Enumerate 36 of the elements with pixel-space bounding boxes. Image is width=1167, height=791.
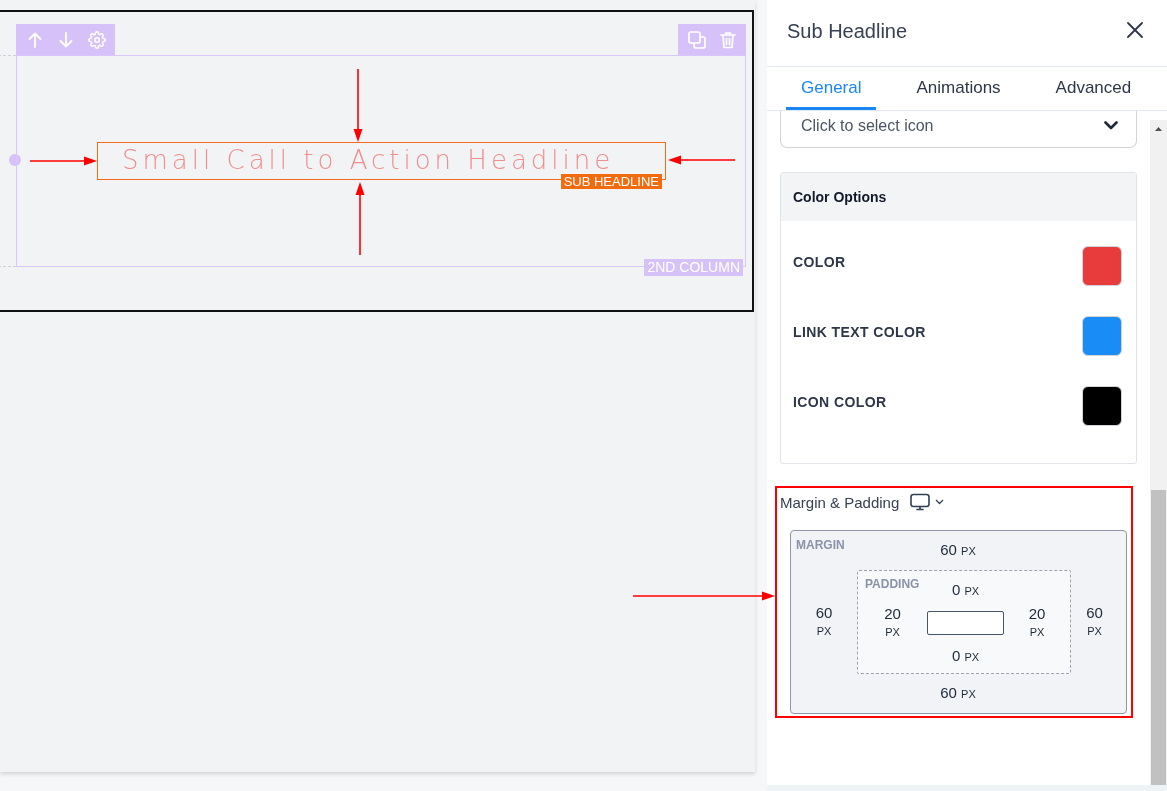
margin-value[interactable]: 60 PX [815,604,833,640]
section-title: Margin & Padding [780,493,900,511]
padding-label: PADDING [865,577,920,591]
headline-text: Small Call to Action Headline [122,145,615,175]
column-label: 2ND COLUMN [644,259,743,276]
margin-value[interactable]: 60 PX [940,541,976,560]
margin-value[interactable]: 60 PX [1086,604,1103,640]
icon-select-field[interactable]: Click to select icon [780,111,1137,148]
tab[interactable]: Animations [901,68,1016,110]
scrollbar-thumb[interactable] [1151,490,1166,785]
tab[interactable]: Advanced [1040,68,1147,110]
chevron-down-icon [935,499,945,505]
margin-label: MARGIN [796,538,845,552]
close-icon[interactable] [1127,22,1143,38]
element-label: SUB HEADLINE [560,174,662,189]
padding-value[interactable]: 0 PX [951,647,980,666]
scroll-up-icon[interactable] [1155,127,1162,131]
color-swatch[interactable] [1082,316,1122,356]
padding-value[interactable]: 0 PX [951,581,980,600]
device-dropdown[interactable] [910,493,945,511]
annotation-arrow [668,155,735,165]
monitor-icon [910,493,931,511]
color-option-label: COLOR [793,254,846,270]
annotation-arrow [30,156,97,166]
chevron-down-icon [1104,121,1118,130]
color-option-label: ICON COLOR [793,394,887,410]
scrollbar[interactable] [1150,120,1167,785]
resize-handle[interactable] [9,154,21,166]
color-swatch[interactable] [1082,386,1122,426]
margin-value[interactable]: 60 PX [940,684,976,703]
padding-value[interactable]: 20 PX [1028,605,1046,641]
color-option-label: LINK TEXT COLOR [793,324,926,340]
color-swatch[interactable] [1082,246,1122,286]
panel-title: Sub Headline [787,20,908,43]
section-title: Color Options [793,189,887,205]
padding-value[interactable]: 20 PX [884,605,901,641]
